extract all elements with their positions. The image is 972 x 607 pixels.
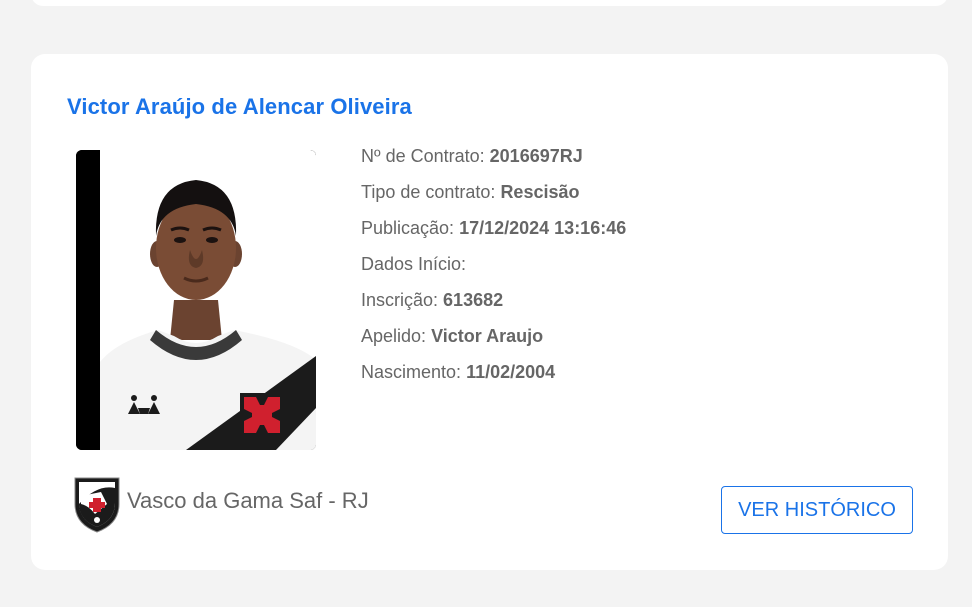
club-info: Vasco da Gama Saf - RJ — [71, 474, 369, 534]
contract-card: Victor Araújo de Alencar Oliveira Nº de … — [31, 54, 948, 570]
player-photo — [76, 150, 316, 450]
detail-publication: Publicação: 17/12/2024 13:16:46 — [361, 218, 627, 238]
player-photo-illustration — [76, 150, 316, 450]
club-name: Vasco da Gama Saf - RJ — [127, 488, 369, 513]
contract-details: Nº de Contrato: 2016697RJ Tipo de contra… — [361, 144, 626, 396]
detail-start-data: Dados Início: — [361, 254, 467, 274]
detail-registration: Inscrição: 613682 — [361, 290, 504, 310]
vasco-crest-icon — [74, 477, 120, 533]
detail-nickname: Apelido: Victor Araujo — [361, 326, 544, 346]
detail-contract-type: Tipo de contrato: Rescisão — [361, 182, 580, 202]
detail-contract-number: Nº de Contrato: 2016697RJ — [361, 146, 583, 166]
player-name: Victor Araújo de Alencar Oliveira — [67, 94, 412, 119]
detail-birth-date: Nascimento: 11/02/2004 — [361, 362, 556, 382]
previous-card — [31, 0, 948, 6]
view-history-button[interactable]: VER HISTÓRICO — [721, 486, 913, 534]
